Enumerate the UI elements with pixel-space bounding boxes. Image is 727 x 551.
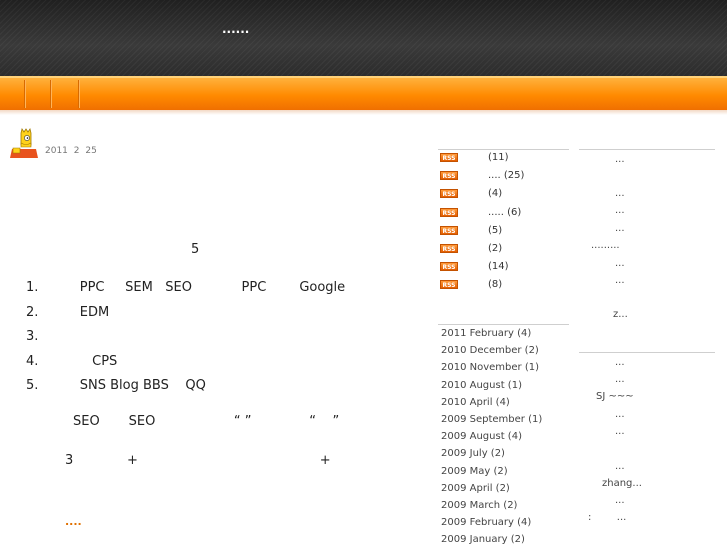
rss-icon[interactable]: RSS [440, 262, 458, 272]
archive-link[interactable]: 2009 August (4) [441, 431, 542, 448]
archive-link[interactable]: 2009 April (2) [441, 483, 542, 500]
archive-link[interactable]: 2009 February (4) [441, 517, 542, 534]
list-item: 1. PPC SEM SEO PPC Google [26, 278, 345, 303]
recent-post-link[interactable]: ... [615, 154, 625, 165]
list-item-number: 2. [26, 304, 39, 320]
archive-link[interactable]: 2010 April (4) [441, 397, 542, 414]
archive-link[interactable]: 2009 July (2) [441, 448, 542, 465]
category-count: (14) [488, 261, 509, 273]
recent-comment-link[interactable]: ... [615, 409, 625, 420]
rss-icon[interactable]: RSS [440, 225, 458, 235]
recent-post-link[interactable]: ... [615, 275, 625, 286]
category-count: ..... (6) [488, 206, 522, 218]
site-title[interactable]: ...... [222, 22, 249, 36]
category-count: (5) [488, 224, 503, 236]
list-item-text: PPC SEM SEO PPC Google [38, 280, 346, 295]
list-item-number: 4. [26, 353, 39, 369]
archive-link[interactable]: 2009 May (2) [441, 466, 542, 483]
list-item: 4. CPS [26, 352, 345, 377]
archive-link[interactable]: 2010 August (1) [441, 380, 542, 397]
category-count: (4) [488, 188, 503, 200]
rss-icon[interactable]: RSS [440, 280, 458, 290]
post-paragraph-seo: SEO SEO “ ” “ ” [73, 414, 340, 429]
sidebar-divider [579, 352, 715, 353]
post-paragraph-formula: 3 + + [65, 453, 331, 468]
recent-comment-link[interactable]: ... [615, 357, 625, 368]
recent-comment-link[interactable]: ... [615, 374, 625, 385]
nav-shadow [0, 110, 727, 115]
category-count: (8) [488, 279, 503, 291]
recent-comment-link[interactable]: SJ ~~~ [596, 391, 634, 402]
recent-comment-link[interactable]: : ... [588, 512, 626, 523]
archive-list: 2011 February (4) 2010 December (2) 2010… [441, 328, 542, 551]
recent-post-link[interactable]: ... [615, 223, 625, 234]
sidebar-divider [438, 149, 569, 150]
recent-post-link[interactable]: ... [615, 205, 625, 216]
recent-post-link[interactable]: ......... [591, 240, 620, 251]
post-date: 2011 2 25 [45, 146, 97, 156]
sidebar-divider [579, 149, 715, 150]
list-item-number: 1. [26, 280, 39, 295]
recent-comment-link[interactable]: zhang... [602, 478, 642, 489]
author-avatar-icon [10, 128, 38, 158]
recent-post-link[interactable]: ... [615, 258, 625, 269]
list-item: 3. [26, 327, 345, 352]
list-item-number: 3. [26, 329, 39, 344]
list-item-text: EDM [38, 304, 110, 320]
rss-icon[interactable]: RSS [440, 207, 458, 217]
nav-separator [78, 80, 79, 108]
read-more-link[interactable]: .... [65, 515, 82, 528]
list-item: 5. SNS Blog BBS QQ [26, 376, 345, 401]
rss-icon[interactable]: RSS [440, 243, 458, 253]
main-nav-bar [0, 76, 727, 110]
archive-link[interactable]: 2009 January (2) [441, 534, 542, 551]
recent-post-link[interactable]: ... [615, 188, 625, 199]
post-ordered-list: 1. PPC SEM SEO PPC Google 2. EDM 3. 4. C… [26, 278, 345, 401]
category-count: (2) [488, 242, 503, 254]
rss-icon[interactable]: RSS [440, 189, 458, 199]
list-item-number: 5. [26, 378, 39, 393]
recent-comment-link[interactable]: ... [615, 426, 625, 437]
archive-link[interactable]: 2009 September (1) [441, 414, 542, 431]
archive-link[interactable]: 2010 November (1) [441, 362, 542, 379]
site-header: ...... [0, 0, 727, 76]
archive-link[interactable]: 2009 March (2) [441, 500, 542, 517]
post-heading-number: 5 [191, 242, 200, 257]
list-item: 2. EDM [26, 303, 345, 328]
recent-comment-link[interactable]: ... [615, 495, 625, 506]
archive-link[interactable]: 2011 February (4) [441, 328, 542, 345]
sidebar-divider [438, 324, 569, 325]
rss-icon[interactable]: RSS [440, 153, 458, 162]
list-item-text: SNS Blog BBS QQ [38, 378, 206, 393]
list-item-text: CPS [38, 353, 118, 369]
recent-comment-link[interactable]: ... [615, 461, 625, 472]
recent-post-link[interactable]: z... [613, 309, 628, 320]
nav-separator [50, 80, 51, 108]
category-count: .... (25) [488, 170, 525, 182]
nav-separator [24, 80, 25, 108]
rss-icon[interactable]: RSS [440, 171, 458, 181]
category-count: (11) [488, 152, 509, 163]
archive-link[interactable]: 2010 December (2) [441, 345, 542, 362]
